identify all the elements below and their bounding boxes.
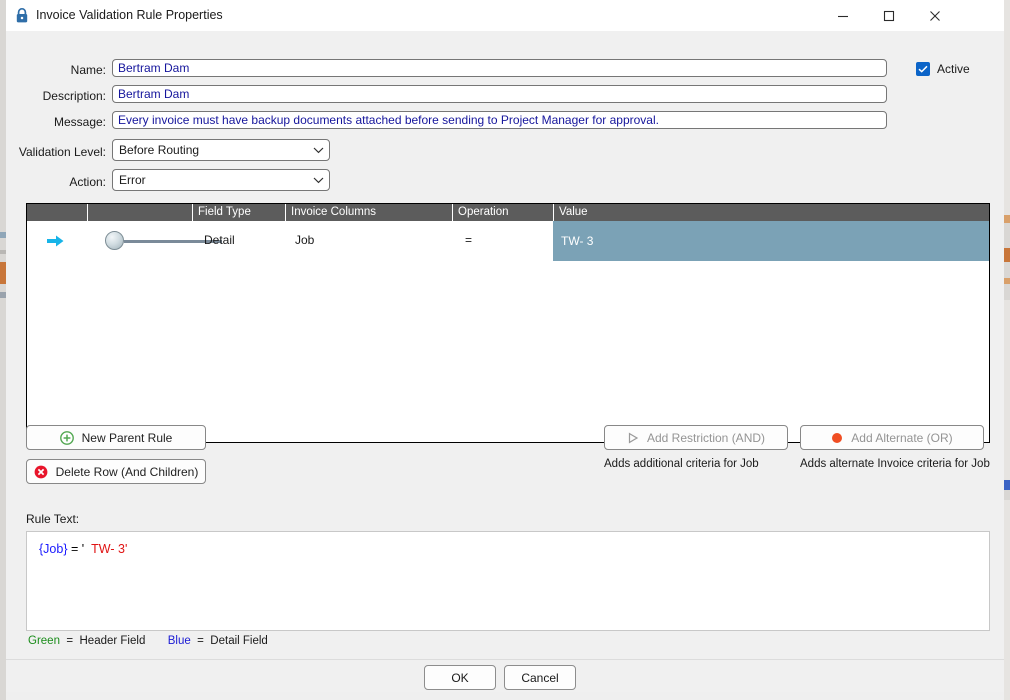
- legend-blue-word: Blue: [167, 635, 191, 647]
- add-alternate-label: Add Alternate (OR): [851, 430, 953, 445]
- add-restriction-label: Add Restriction (AND): [646, 430, 766, 445]
- message-input[interactable]: [112, 111, 887, 129]
- action-label: Action:: [69, 175, 106, 189]
- legend-green-word: Green: [28, 635, 60, 647]
- rule-token-field: {Job}: [39, 542, 68, 556]
- maximize-icon: [883, 10, 895, 21]
- delete-row-label: Delete Row (And Children): [55, 464, 199, 479]
- action-select[interactable]: Error: [112, 169, 330, 191]
- rule-text-label: Rule Text:: [26, 512, 80, 526]
- validation-level-label: Validation Level:: [18, 145, 106, 159]
- minimize-icon: [838, 15, 848, 17]
- close-icon: [930, 10, 940, 21]
- grid-col-indicator[interactable]: [27, 204, 87, 221]
- cell-invoice-column: Job: [295, 233, 315, 247]
- rule-text-box[interactable]: {Job} = ' TW- 3': [26, 531, 990, 631]
- play-triangle-icon: [627, 432, 639, 444]
- ok-label: OK: [451, 670, 469, 685]
- new-parent-rule-button[interactable]: New Parent Rule: [26, 425, 206, 450]
- validation-level-select[interactable]: Before Routing: [112, 139, 330, 161]
- title-bar: Invoice Validation Rule Properties: [6, 0, 1004, 32]
- name-label: Name:: [70, 63, 106, 77]
- minimize-button[interactable]: [820, 0, 866, 31]
- validation-level-value: Before Routing: [119, 143, 200, 157]
- close-button[interactable]: [912, 0, 958, 31]
- chevron-down-icon: [307, 176, 329, 184]
- invoice-validation-rule-properties-window: Invoice Validation Rule Properties Name:…: [0, 0, 1010, 700]
- cancel-label: Cancel: [521, 670, 559, 685]
- chevron-down-icon: [307, 146, 329, 154]
- grid-col-invoice-columns[interactable]: Invoice Columns: [285, 204, 452, 221]
- add-alternate-hint: Adds alternate Invoice criteria for Job: [800, 458, 990, 470]
- tree-node-handle[interactable]: [105, 231, 124, 250]
- action-value: Error: [119, 173, 146, 187]
- cell-operation: =: [465, 233, 473, 247]
- grid-col-operation[interactable]: Operation: [452, 204, 553, 221]
- name-input[interactable]: [112, 59, 887, 77]
- rule-token-quote-close: ': [124, 542, 128, 556]
- delete-row-button[interactable]: Delete Row (And Children): [26, 459, 206, 484]
- table-row[interactable]: Detail Job = TW- 3: [27, 221, 989, 261]
- grid-col-value[interactable]: Value: [553, 204, 989, 221]
- checkbox-box: [916, 62, 930, 76]
- maximize-button[interactable]: [866, 0, 912, 31]
- row-indicator-arrow-icon: [47, 234, 64, 251]
- grid-col-tree[interactable]: [87, 204, 192, 221]
- description-label: Description:: [42, 89, 106, 103]
- legend-green-desc: Header Field: [79, 635, 146, 647]
- grid-header-row: Field Type Invoice Columns Operation Val…: [27, 204, 989, 221]
- orange-dot-icon: [831, 432, 843, 444]
- background-window-right-sliver: [1004, 0, 1010, 700]
- active-checkbox[interactable]: Active: [916, 62, 970, 76]
- add-restriction-button[interactable]: Add Restriction (AND): [604, 425, 788, 450]
- active-label: Active: [937, 62, 970, 76]
- grid-col-field-type[interactable]: Field Type: [192, 204, 285, 221]
- color-legend: Green = Header Field Blue = Detail Field: [28, 635, 268, 647]
- dialog-body: Name: Description: Message: Validation L…: [6, 31, 1004, 700]
- add-restriction-hint: Adds additional criteria for Job: [604, 458, 759, 470]
- delete-circle-icon: [34, 465, 48, 479]
- plus-circle-icon: [59, 430, 74, 445]
- ok-button[interactable]: OK: [424, 665, 496, 690]
- legend-blue-eq: =: [197, 635, 204, 647]
- rule-token-value: TW- 3: [91, 542, 125, 556]
- message-label: Message:: [53, 115, 106, 129]
- cancel-button[interactable]: Cancel: [504, 665, 576, 690]
- add-alternate-button[interactable]: Add Alternate (OR): [800, 425, 984, 450]
- lock-icon: [14, 7, 30, 24]
- new-parent-rule-label: New Parent Rule: [81, 430, 173, 445]
- cell-field-type: Detail: [204, 233, 235, 247]
- window-title: Invoice Validation Rule Properties: [36, 8, 223, 22]
- background-status-strip: [6, 692, 1004, 700]
- cell-value[interactable]: TW- 3: [553, 221, 989, 261]
- description-input[interactable]: [112, 85, 887, 103]
- check-icon: [918, 65, 928, 73]
- rule-criteria-grid[interactable]: Field Type Invoice Columns Operation Val…: [26, 203, 990, 443]
- legend-blue-desc: Detail Field: [210, 635, 268, 647]
- footer-divider: [6, 659, 1004, 660]
